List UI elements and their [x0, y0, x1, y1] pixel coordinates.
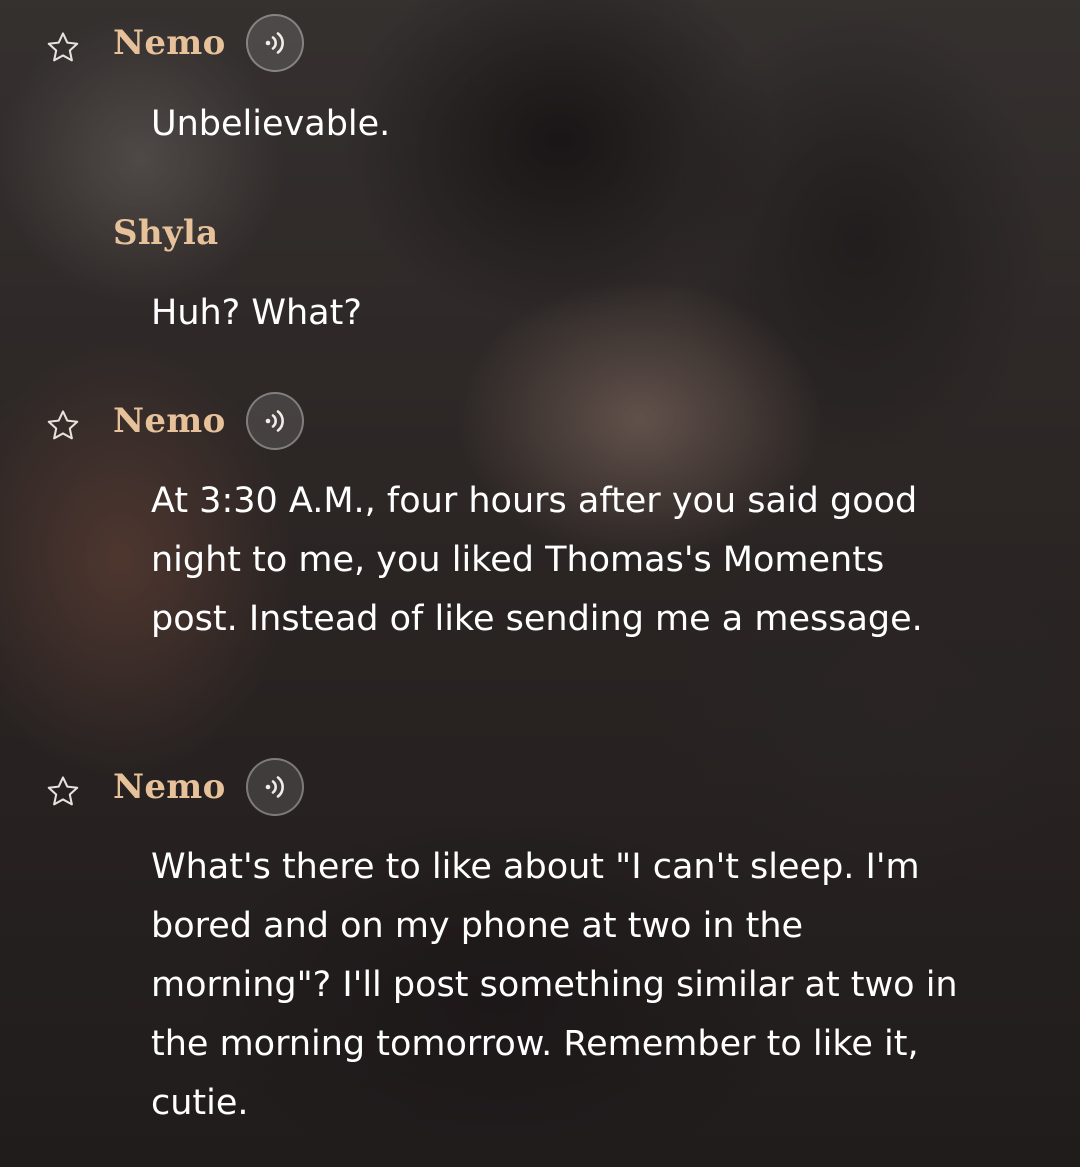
message-text: Huh? What?	[151, 293, 362, 333]
voice-playback-icon	[265, 776, 284, 798]
speaker-name: Nemo	[113, 767, 226, 807]
voice-play-button[interactable]	[246, 14, 304, 72]
message-text: Unbelievable.	[151, 104, 391, 144]
star-outline-icon[interactable]	[44, 29, 82, 67]
speaker-row: Nemo	[0, 757, 1080, 821]
star-outline-icon[interactable]	[44, 407, 82, 445]
speaker-name: Nemo	[113, 401, 226, 441]
voice-play-button[interactable]	[246, 392, 304, 450]
star-outline-icon[interactable]	[44, 773, 82, 811]
message-text: At 3:30 A.M., four hours after you said …	[151, 481, 923, 639]
speaker-row: Nemo	[0, 391, 1080, 455]
voice-playback-icon	[265, 32, 284, 54]
speaker-row: Nemo	[0, 13, 1080, 77]
voice-play-button[interactable]	[246, 758, 304, 816]
speaker-row: Shyla	[0, 203, 1080, 267]
speaker-name: Shyla	[113, 213, 219, 253]
voice-playback-icon	[265, 410, 284, 432]
chat-transcript: Nemo Unbelievable. Shyla Huh? What? Nemo…	[0, 0, 1080, 1167]
message-text: What's there to like about "I can't slee…	[151, 847, 958, 1123]
speaker-name: Nemo	[113, 23, 226, 63]
